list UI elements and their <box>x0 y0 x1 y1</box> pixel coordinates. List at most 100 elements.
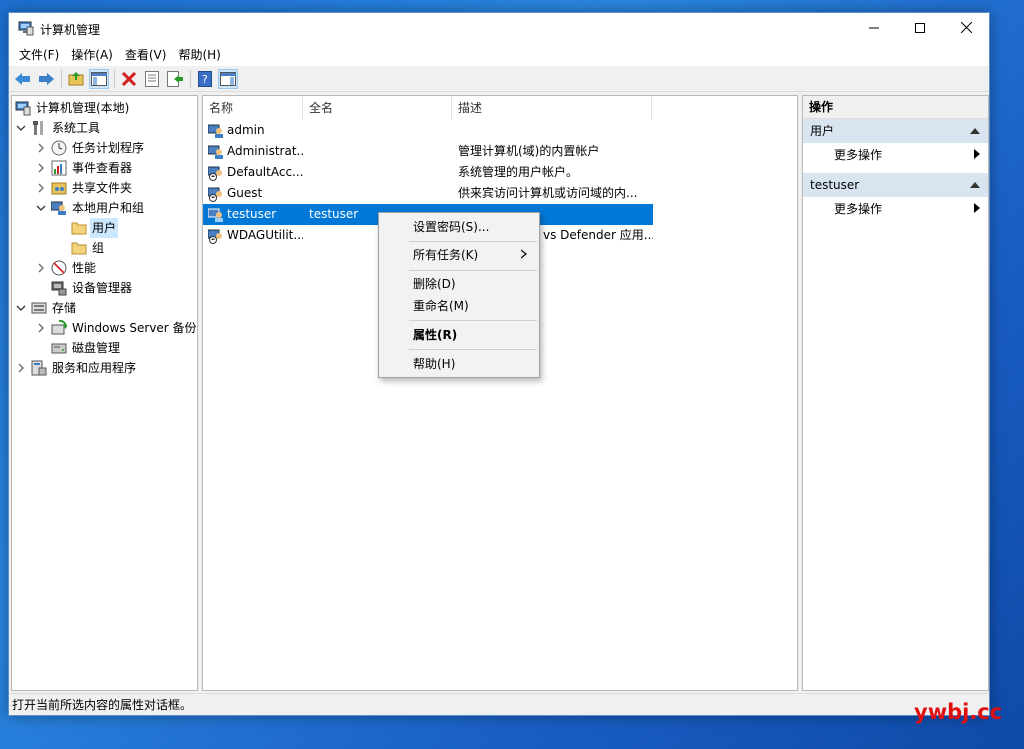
menu-separator <box>409 349 537 350</box>
status-text: 打开当前所选内容的属性对话框。 <box>12 698 193 712</box>
tree-item-performance[interactable]: 性能 <box>35 258 98 278</box>
menu-file[interactable]: 文件(F) <box>13 44 65 66</box>
tree-item-disk-management[interactable]: 磁盘管理 <box>51 338 122 358</box>
menu-item-rename[interactable]: 重命名(M) <box>379 295 539 317</box>
tree-item-local-users-groups[interactable]: 本地用户和组 <box>35 198 146 218</box>
more-actions-testuser[interactable]: 更多操作 <box>803 197 988 221</box>
more-actions-users[interactable]: 更多操作 <box>803 143 988 167</box>
tree-item-shared-folders[interactable]: 共享文件夹 <box>35 178 134 198</box>
computer-management-app-icon <box>18 20 34 36</box>
title-bar[interactable]: 计算机管理 <box>9 13 989 44</box>
menu-separator <box>409 320 537 321</box>
tree-label: Windows Server 备份 <box>72 321 197 335</box>
chevron-down-icon[interactable] <box>35 202 47 214</box>
chevron-right-icon[interactable] <box>15 362 27 374</box>
actions-section-users[interactable]: 用户 <box>803 119 988 143</box>
chevron-down-icon[interactable] <box>15 302 27 314</box>
actions-section-label: testuser <box>810 178 860 192</box>
menu-item-set-password[interactable]: 设置密码(S)... <box>379 216 539 238</box>
list-row[interactable]: Administrat... 管理计算机(域)的内置帐户 <box>203 141 653 162</box>
tree-label: 事件查看器 <box>72 161 133 175</box>
export-list-icon[interactable] <box>165 69 185 89</box>
tree-item-windows-server-backup[interactable]: Windows Server 备份 <box>35 318 199 338</box>
column-header-description[interactable]: 描述 <box>452 96 652 120</box>
shared-folder-icon <box>51 180 67 196</box>
tree-item-device-manager[interactable]: 设备管理器 <box>51 278 134 298</box>
chevron-right-icon[interactable] <box>35 322 47 334</box>
disabled-user-icon <box>207 228 224 244</box>
console-tree: 计算机管理(本地) 系统工具 任务计划程序 事件查看器 共享文件夹 本地用户和组 <box>11 95 198 691</box>
chevron-right-icon[interactable] <box>35 182 47 194</box>
maximize-button[interactable] <box>897 13 943 44</box>
user-name: DefaultAcc... <box>227 165 303 179</box>
menu-item-label: 所有任务(K) <box>413 248 479 262</box>
menu-action[interactable]: 操作(A) <box>65 44 119 66</box>
computer-management-icon <box>15 100 31 116</box>
user-name: Guest <box>227 186 263 200</box>
menu-item-all-tasks[interactable]: 所有任务(K) <box>379 244 539 266</box>
menu-help[interactable]: 帮助(H) <box>172 44 226 66</box>
context-menu: 设置密码(S)... 所有任务(K) 删除(D) 重命名(M) 属性(R) 帮助… <box>378 212 540 378</box>
actions-pane: 操作 用户 更多操作 testuser 更多操作 <box>802 95 989 691</box>
tree-item-event-viewer[interactable]: 事件查看器 <box>35 158 134 178</box>
tree-label: 任务计划程序 <box>72 141 145 155</box>
submenu-arrow-icon <box>520 244 527 266</box>
toolbar-separator <box>61 69 62 88</box>
user-name: testuser <box>227 207 277 221</box>
clock-icon <box>51 140 67 156</box>
column-header-fullname[interactable]: 全名 <box>303 96 452 120</box>
tree-item-task-scheduler[interactable]: 任务计划程序 <box>35 138 146 158</box>
disabled-user-icon <box>207 165 224 181</box>
tree-item-users[interactable]: 用户 <box>71 218 119 238</box>
tree-item-system-tools[interactable]: 系统工具 <box>15 118 102 138</box>
chevron-right-icon[interactable] <box>35 162 47 174</box>
collapse-up-icon[interactable] <box>970 119 980 143</box>
list-row[interactable]: Guest 供来宾访问计算机或访问域的内... <box>203 183 653 204</box>
actions-section-label: 用户 <box>810 124 835 138</box>
tree-label: 性能 <box>72 261 97 275</box>
tree-item-groups[interactable]: 组 <box>71 238 106 258</box>
watermark-text: ywbj.cc <box>914 700 1003 724</box>
event-viewer-icon <box>51 160 67 176</box>
tree-label: 本地用户和组 <box>72 201 145 215</box>
collapse-up-icon[interactable] <box>970 173 980 197</box>
tree-item-services-apps[interactable]: 服务和应用程序 <box>15 358 138 378</box>
up-folder-icon[interactable] <box>66 69 86 89</box>
show-hide-tree-icon[interactable] <box>89 68 109 89</box>
tree-item-root[interactable]: 计算机管理(本地) <box>15 98 131 118</box>
user-icon <box>207 123 224 139</box>
menu-item-help[interactable]: 帮助(H) <box>379 353 539 375</box>
folder-icon <box>71 220 87 236</box>
tree-label: 共享文件夹 <box>72 181 133 195</box>
toolbar: ? <box>9 66 989 92</box>
list-row[interactable]: DefaultAcc... 系统管理的用户帐户。 <box>203 162 653 183</box>
disabled-user-icon <box>207 186 224 202</box>
tree-label: 服务和应用程序 <box>52 361 137 375</box>
actions-section-testuser[interactable]: testuser <box>803 173 988 197</box>
help-icon[interactable]: ? <box>195 69 215 89</box>
column-header-name[interactable]: 名称 <box>203 96 303 120</box>
minimize-button[interactable] <box>851 13 897 44</box>
menu-view[interactable]: 查看(V) <box>119 44 173 66</box>
minimize-icon <box>869 22 879 36</box>
forward-arrow-icon[interactable] <box>36 69 56 89</box>
show-action-pane-icon[interactable] <box>218 68 238 89</box>
menu-item-delete[interactable]: 删除(D) <box>379 273 539 295</box>
chevron-right-icon[interactable] <box>35 262 47 274</box>
user-description: 供来宾访问计算机或访问域的内... <box>458 186 638 200</box>
user-name: Administrat... <box>227 144 303 158</box>
tree-item-storage[interactable]: 存储 <box>15 298 78 318</box>
chevron-down-icon[interactable] <box>15 122 27 134</box>
services-icon <box>31 360 47 376</box>
menu-bar: 文件(F) 操作(A) 查看(V) 帮助(H) <box>9 44 989 66</box>
list-row[interactable]: admin <box>203 120 653 141</box>
back-arrow-icon[interactable] <box>13 69 33 89</box>
close-icon <box>960 21 972 36</box>
svg-text:?: ? <box>202 73 208 86</box>
user-icon <box>207 144 224 160</box>
chevron-right-icon[interactable] <box>35 142 47 154</box>
menu-item-properties[interactable]: 属性(R) <box>379 324 539 346</box>
close-button[interactable] <box>943 13 989 44</box>
properties-icon[interactable] <box>142 69 162 89</box>
delete-icon[interactable] <box>119 69 139 89</box>
